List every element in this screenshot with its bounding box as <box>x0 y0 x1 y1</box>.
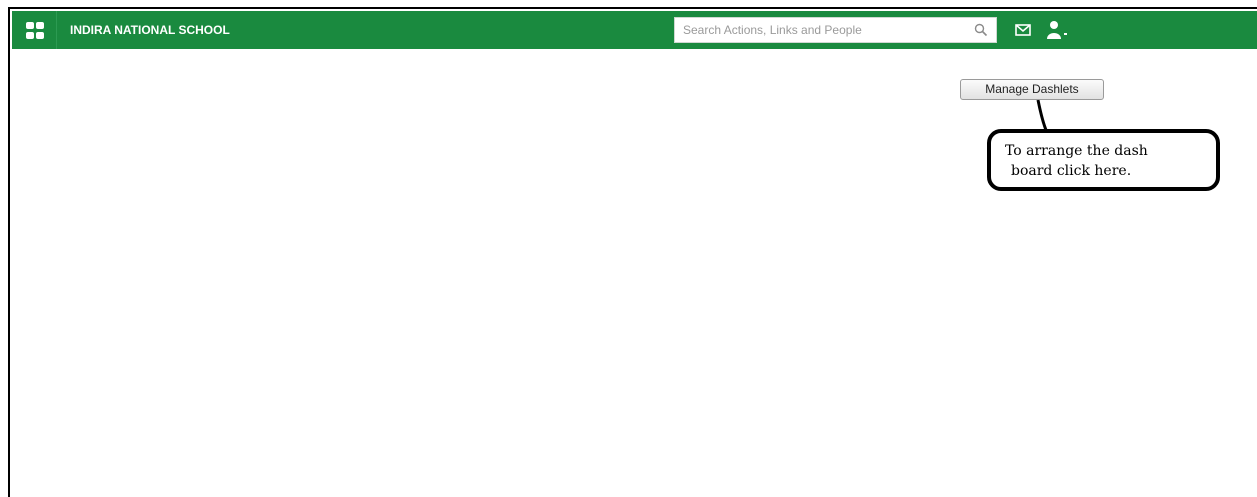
search-icon[interactable] <box>974 23 988 37</box>
top-navigation-bar: INDIRA NATIONAL SCHOOL <box>12 11 1257 49</box>
search-input[interactable] <box>675 18 965 42</box>
callout-text-line2: board click here. <box>1011 163 1132 179</box>
page-frame: INDIRA NATIONAL SCHOOL Manage Dashlets T… <box>8 7 1257 497</box>
user-icon[interactable] <box>1046 20 1070 40</box>
apps-grid-icon[interactable] <box>26 22 44 40</box>
search-box <box>674 17 997 43</box>
header-divider <box>56 11 57 49</box>
school-name[interactable]: INDIRA NATIONAL SCHOOL <box>70 23 230 37</box>
callout-text-line1: To arrange the dash <box>1005 143 1148 159</box>
manage-dashlets-button[interactable]: Manage Dashlets <box>960 79 1104 100</box>
callout-annotation: To arrange the dash board click here. <box>987 129 1220 191</box>
envelope-icon[interactable] <box>1015 23 1031 37</box>
